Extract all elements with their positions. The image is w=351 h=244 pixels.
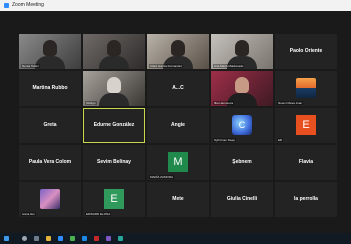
participant-video [99, 93, 129, 106]
participant-name: Flavia [298, 159, 314, 165]
participant-tile[interactable]: Olefigo [83, 71, 145, 106]
participant-label: Elli [277, 138, 284, 142]
participant-tile[interactable]: Flavia [275, 145, 337, 180]
task-view-icon[interactable] [34, 236, 39, 241]
participant-name: Edurne González [93, 122, 135, 128]
participant-label: Ilka Hanusova [213, 101, 235, 105]
word-icon[interactable] [82, 236, 87, 241]
participant-video-head [235, 40, 249, 56]
participant-label: Ivana Ilov [21, 212, 36, 216]
participant-tile[interactable]: Ilka Hanusova [211, 71, 273, 106]
gallery-view-grid: Nerea Tullez Clara Garcia Fernandez Ana … [19, 34, 337, 217]
participant-tile[interactable]: Paolo Oriente [275, 34, 337, 69]
participant-name: Greta [43, 122, 57, 128]
participant-label: Olefigo [85, 101, 97, 105]
title-bar: Zoom Meeting [0, 0, 351, 11]
file-explorer-icon[interactable] [46, 236, 51, 241]
participant-name: Paolo Oriente [289, 48, 323, 54]
app-icon[interactable] [94, 236, 99, 241]
participant-video-head [43, 40, 57, 56]
zoom-app-icon [4, 3, 9, 8]
participant-name: Giulia Cinelli [226, 196, 258, 202]
participant-name: la perrolla [294, 196, 318, 202]
participant-label: Nerea Tullez [21, 64, 40, 68]
participant-tile[interactable]: Ivana Ilov [19, 182, 81, 217]
profile-picture [40, 189, 60, 209]
participant-video-head [171, 40, 185, 56]
start-icon[interactable] [4, 236, 9, 241]
participant-tile-active-speaker[interactable]: Edurne González [83, 108, 145, 143]
profile-picture [296, 78, 316, 98]
zoom-taskbar-icon[interactable] [58, 236, 63, 241]
app-icon[interactable] [106, 236, 111, 241]
participant-tile[interactable]: Noemi Mesa Juan [275, 71, 337, 106]
participant-video-head [235, 77, 249, 93]
participant-name: Şebnem [232, 159, 252, 165]
zoom-meeting-window: Zoom Meeting Nerea Tullez Clara Garcia F… [0, 0, 351, 244]
participant-name: Sevim Belinay [97, 159, 131, 165]
participant-tile[interactable]: Angie [147, 108, 209, 143]
participant-label: Ana Maria Maldonado [213, 64, 245, 68]
participant-label: Sybil Ivan Deep [213, 138, 237, 142]
app-icon[interactable] [118, 236, 123, 241]
initial-avatar: E [296, 115, 316, 135]
window-title: Zoom Meeting [12, 2, 44, 8]
profile-picture: C [232, 115, 252, 135]
participant-tile[interactable]: Giulia Cinelli [211, 182, 273, 217]
participant-name: Paula Vera Colom [28, 159, 72, 165]
participant-video-head [107, 77, 121, 93]
participant-tile[interactable]: E Elli [275, 108, 337, 143]
initial-avatar: E [104, 189, 124, 209]
participant-label: Noemi Mesa Juan [277, 101, 304, 105]
participant-tile[interactable]: Mete [147, 182, 209, 217]
participant-tile[interactable]: Martina Rubbo [19, 71, 81, 106]
participant-tile[interactable]: la perrolla [275, 182, 337, 217]
participant-tile[interactable]: Ana Maria Maldonado [211, 34, 273, 69]
participant-video-head [107, 40, 121, 56]
participant-tile[interactable]: Sevim Belinay [83, 145, 145, 180]
participant-tile[interactable]: M MARÍA ZAMORA [147, 145, 209, 180]
participant-name: Martina Rubbo [32, 85, 68, 91]
participant-tile[interactable]: Paula Vera Colom [19, 145, 81, 180]
participant-name: A...C [172, 85, 184, 91]
initial-avatar: M [168, 152, 188, 172]
windows-taskbar [0, 233, 351, 244]
participant-name: Angie [171, 122, 185, 128]
participant-name: Mete [172, 196, 184, 202]
participant-video [99, 56, 129, 69]
participant-tile[interactable]: E EDWARD ELONA [83, 182, 145, 217]
browser-icon[interactable] [70, 236, 75, 241]
participant-tile[interactable]: C Sybil Ivan Deep [211, 108, 273, 143]
participant-tile[interactable]: A...C [147, 71, 209, 106]
participant-tile[interactable]: Şebnem [211, 145, 273, 180]
participant-label: EDWARD ELONA [85, 212, 112, 216]
participant-tile[interactable] [83, 34, 145, 69]
participant-tile[interactable]: Greta [19, 108, 81, 143]
participant-label: Clara Garcia Fernandez [149, 64, 184, 68]
participant-tile[interactable]: Clara Garcia Fernandez [147, 34, 209, 69]
participant-label: MARÍA ZAMORA [149, 175, 175, 179]
search-icon[interactable] [22, 236, 27, 241]
participant-tile[interactable]: Nerea Tullez [19, 34, 81, 69]
